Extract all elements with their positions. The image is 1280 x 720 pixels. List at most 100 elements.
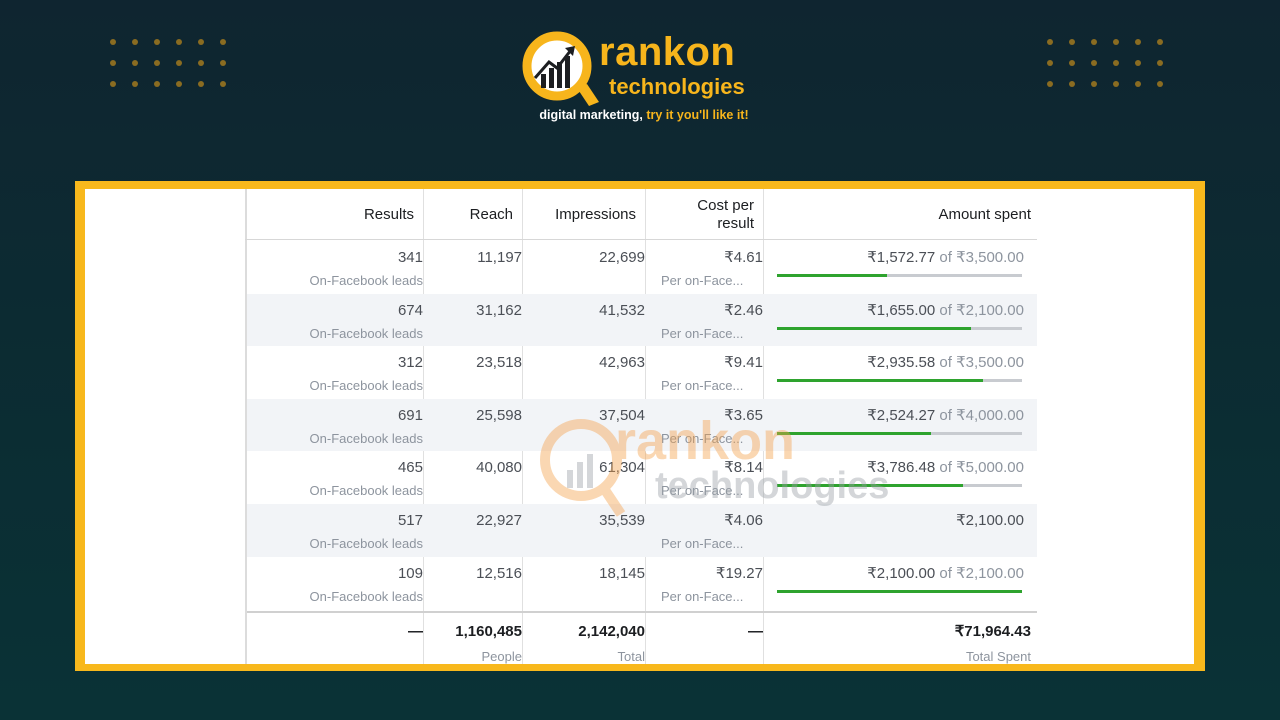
amount-spent-cell: ₹2,100.00 — [956, 512, 1024, 530]
amount-spent-value: ₹3,786.48 — [867, 459, 936, 477]
cost-per-result-label: Per on-Face... — [661, 273, 744, 288]
logo-magnifier-icon — [522, 31, 599, 106]
impressions-value: 41,532 — [599, 301, 645, 319]
reach-value: 23,518 — [476, 354, 522, 372]
ads-results-panel: Results Reach Impressions Cost per resul… — [85, 189, 1194, 664]
amount-of-label: of — [935, 564, 957, 582]
amount-of-label: of — [935, 406, 957, 424]
budget-progress-bar — [777, 326, 1022, 330]
impressions-value: 35,539 — [599, 512, 645, 529]
results-value: 691 — [397, 406, 423, 424]
results-value: 341 — [397, 249, 423, 266]
brand-name: rankon — [599, 30, 736, 74]
budget-progress-fill — [777, 484, 964, 488]
header-amount-spent[interactable]: Amount spent — [763, 189, 1037, 240]
header-impressions[interactable]: Impressions — [522, 189, 645, 240]
results-type-label: On-Facebook leads — [309, 273, 423, 288]
amount-spent-value: ₹2,524.27 — [867, 406, 936, 424]
amount-spent-value: ₹2,100.00 — [956, 512, 1024, 529]
budget-progress-fill — [777, 274, 888, 277]
cost-per-result-value: ₹8.14 — [724, 459, 763, 477]
amount-spent-cell: ₹2,100.00 of ₹2,100.00 — [867, 565, 1024, 583]
budget-progress-fill — [777, 589, 1022, 593]
amount-spent-value: ₹2,100.00 — [867, 564, 936, 582]
cost-per-result-value: ₹2.46 — [724, 301, 763, 319]
table-row[interactable]: 691 On-Facebook leads 25,598 37,504 ₹3.65 Per… — [247, 398, 1037, 452]
impressions-value: 42,963 — [599, 354, 645, 372]
tagline-part1: digital marketing, — [539, 108, 647, 122]
amount-spent-cell: ₹2,935.58 of ₹3,500.00 — [867, 354, 1024, 372]
table-row[interactable]: 465 On-Facebook leads 40,080 61,304 ₹8.14 Per… — [247, 451, 1037, 504]
budget-progress-fill — [777, 326, 971, 330]
cost-per-result-value: ₹4.61 — [724, 249, 763, 266]
header-cost-line2: result — [717, 214, 754, 232]
table-row[interactable]: 109 On-Facebook leads 12,516 18,145 ₹19.27 Pe… — [247, 557, 1037, 610]
table-row[interactable]: 674 On-Facebook leads 31,162 41,532 ₹2.46 Per… — [247, 293, 1037, 347]
totals-row: — 1,160,485 People 2,142,040 Total — ₹71… — [247, 611, 1037, 664]
results-type-label: On-Facebook leads — [309, 588, 423, 604]
budget-value: ₹5,000.00 — [956, 459, 1024, 477]
cost-per-result-label: Per on-Face... — [661, 588, 744, 604]
results-value: 109 — [397, 564, 423, 582]
results-type-label: On-Facebook leads — [309, 325, 423, 341]
impressions-value: 37,504 — [599, 406, 645, 424]
total-reach: 1,160,485 — [455, 623, 522, 640]
cost-per-result-value: ₹9.41 — [724, 354, 763, 372]
decorative-dots-left — [110, 39, 226, 87]
brand-tagline: digital marketing, try it you'll like it… — [519, 108, 769, 122]
cost-per-result-label: Per on-Face... — [661, 325, 744, 341]
cost-per-result-value: ₹4.06 — [724, 512, 763, 529]
budget-progress-bar — [777, 431, 1022, 435]
amount-of-label: of — [935, 459, 957, 477]
cost-per-result-value: ₹19.27 — [715, 564, 763, 582]
cost-per-result-label: Per on-Face... — [661, 378, 744, 394]
table-row[interactable]: 312 On-Facebook leads 23,518 42,963 ₹9.41 Per… — [247, 346, 1037, 399]
header-cost-line1: Cost per — [697, 196, 754, 214]
budget-progress-bar — [777, 379, 1022, 383]
total-reach-label: People — [481, 649, 522, 664]
amount-spent-cell: ₹1,572.77 of ₹3,500.00 — [867, 249, 1024, 267]
amount-spent-cell: ₹2,524.27 of ₹4,000.00 — [867, 407, 1024, 425]
reach-value: 11,197 — [477, 249, 522, 266]
budget-progress-bar — [777, 274, 1022, 277]
results-type-label: On-Facebook leads — [309, 430, 423, 446]
reach-value: 25,598 — [476, 406, 522, 424]
budget-value: ₹3,500.00 — [956, 249, 1024, 266]
screenshot-frame: Results Reach Impressions Cost per resul… — [75, 181, 1205, 671]
impressions-value: 18,145 — [599, 564, 645, 582]
header-cost-per-result[interactable]: Cost per result — [645, 189, 763, 240]
cost-per-result-label: Per on-Face... — [661, 483, 744, 499]
cost-per-result-label: Per on-Face... — [661, 430, 744, 446]
total-cost: — — [748, 623, 763, 640]
results-value: 517 — [397, 512, 423, 529]
total-impressions: 2,142,040 — [578, 623, 645, 640]
results-value: 465 — [397, 459, 423, 477]
amount-spent-cell: ₹1,655.00 of ₹2,100.00 — [867, 302, 1024, 320]
amount-of-label: of — [935, 354, 957, 372]
header-reach[interactable]: Reach — [423, 189, 522, 240]
decorative-dots-right — [1047, 39, 1163, 87]
reach-value: 22,927 — [476, 512, 522, 529]
impressions-value: 61,304 — [599, 459, 645, 477]
budget-value: ₹2,100.00 — [956, 564, 1024, 582]
amount-spent-value: ₹1,572.77 — [867, 249, 936, 266]
header-results[interactable]: Results — [247, 189, 423, 240]
results-value: 312 — [397, 354, 423, 372]
reach-value: 12,516 — [476, 564, 522, 582]
tagline-part2: try it you'll like it! — [646, 108, 749, 122]
reach-value: 31,162 — [476, 301, 522, 319]
table-row[interactable]: 517 On-Facebook leads 22,927 35,539 ₹4.06 Per… — [247, 504, 1037, 557]
amount-spent-cell: ₹3,786.48 of ₹5,000.00 — [867, 459, 1024, 477]
table-row[interactable]: 341 On-Facebook leads 11,197 22,699 ₹4.61 Per… — [247, 241, 1037, 294]
budget-progress-fill — [777, 379, 983, 383]
amount-spent-value: ₹2,935.58 — [867, 354, 936, 372]
amount-of-label: of — [935, 249, 957, 266]
reach-value: 40,080 — [476, 459, 522, 477]
total-amount-spent: ₹71,964.43 — [954, 623, 1031, 640]
budget-progress-bar — [777, 589, 1022, 593]
cost-per-result-label: Per on-Face... — [661, 536, 744, 551]
brand-subname: technologies — [609, 74, 745, 99]
total-impressions-label: Total — [617, 649, 645, 664]
total-amount-label: Total Spent — [965, 649, 1031, 664]
cost-per-result-value: ₹3.65 — [724, 406, 763, 424]
